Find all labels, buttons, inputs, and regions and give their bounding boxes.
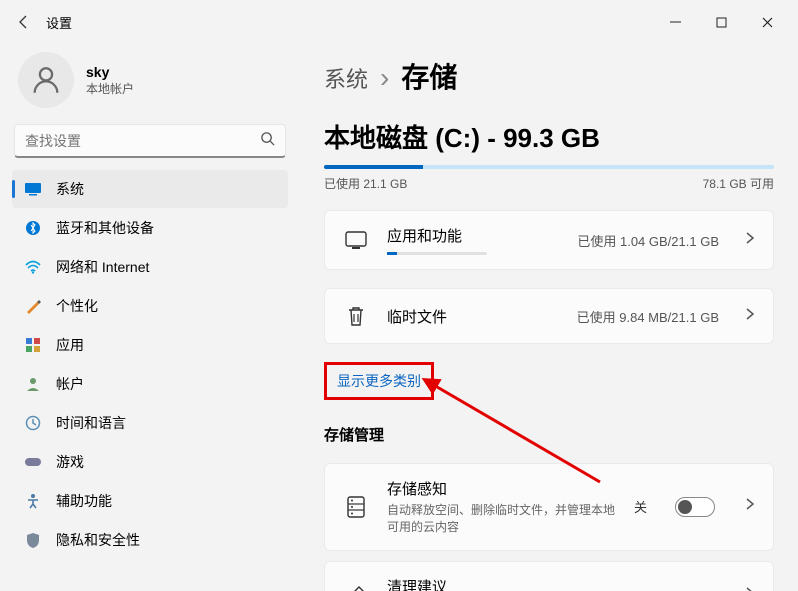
shield-icon (24, 531, 42, 549)
cleanup-title: 清理建议 (387, 576, 727, 591)
back-button[interactable] (8, 6, 40, 38)
usage-bar (324, 165, 774, 169)
sidebar-item-accessibility[interactable]: 辅助功能 (12, 482, 288, 520)
main-content: 系统 › 存储 本地磁盘 (C:) - 99.3 GB 已使用 21.1 GB … (300, 44, 798, 591)
free-label: 78.1 GB 可用 (703, 175, 774, 192)
apps-icon (24, 336, 42, 354)
sidebar-item-label: 系统 (56, 179, 84, 199)
storage-sense-desc: 自动释放空间、删除临时文件，并管理本地可用的云内容 (387, 502, 616, 536)
gamepad-icon (24, 453, 42, 471)
sidebar-item-label: 时间和语言 (56, 413, 126, 433)
trash-icon (343, 303, 369, 329)
window-title: 设置 (46, 13, 72, 32)
avatar (18, 52, 74, 108)
sidebar-item-system[interactable]: 系统 (12, 170, 288, 208)
storage-management-title: 存储管理 (324, 424, 774, 445)
apps-category-icon (343, 227, 369, 253)
user-name: sky (86, 64, 134, 80)
user-sub: 本地帐户 (86, 80, 134, 97)
chevron-right-icon (745, 497, 755, 516)
profile[interactable]: sky 本地帐户 (8, 44, 292, 124)
breadcrumb: 系统 › 存储 (324, 56, 774, 96)
search-icon (260, 131, 275, 151)
sidebar-item-label: 应用 (56, 335, 84, 355)
drive-icon (343, 494, 369, 520)
sidebar-item-personalization[interactable]: 个性化 (12, 287, 288, 325)
sidebar-item-accounts[interactable]: 帐户 (12, 365, 288, 403)
bluetooth-icon (24, 219, 42, 237)
person-icon (24, 375, 42, 393)
sidebar-item-bluetooth[interactable]: 蓝牙和其他设备 (12, 209, 288, 247)
category-stat: 已使用 1.04 GB/21.1 GB (577, 231, 719, 250)
breadcrumb-sep: › (380, 62, 389, 94)
disk-title: 本地磁盘 (C:) - 99.3 GB (324, 118, 774, 155)
sidebar-item-time-language[interactable]: 时间和语言 (12, 404, 288, 442)
wifi-icon (24, 258, 42, 276)
category-title: 临时文件 (387, 306, 559, 327)
breadcrumb-parent[interactable]: 系统 (324, 62, 368, 94)
search-input-wrapper[interactable] (14, 124, 286, 158)
sidebar-item-gaming[interactable]: 游戏 (12, 443, 288, 481)
sidebar: sky 本地帐户 系统 蓝牙和其他设备 网络和 Internet (0, 44, 300, 591)
category-temp[interactable]: 临时文件 已使用 9.84 MB/21.1 GB (324, 288, 774, 344)
clock-icon (24, 414, 42, 432)
accessibility-icon (24, 492, 42, 510)
category-apps[interactable]: 应用和功能 已使用 1.04 GB/21.1 GB (324, 210, 774, 270)
sidebar-item-label: 帐户 (56, 374, 84, 394)
sidebar-item-label: 游戏 (56, 452, 84, 472)
chevron-right-icon (745, 586, 755, 591)
toggle-state: 关 (634, 497, 647, 516)
chevron-right-icon (745, 307, 755, 326)
cleanup-card[interactable]: 清理建议 正在查找要清理的项目 (324, 561, 774, 591)
category-stat: 已使用 9.84 MB/21.1 GB (577, 307, 719, 326)
sidebar-item-apps[interactable]: 应用 (12, 326, 288, 364)
storage-sense-toggle[interactable] (675, 497, 715, 517)
sidebar-item-privacy[interactable]: 隐私和安全性 (12, 521, 288, 559)
sidebar-item-label: 辅助功能 (56, 491, 112, 511)
used-label: 已使用 21.1 GB (324, 175, 407, 192)
broom-icon (343, 583, 369, 591)
storage-sense-card[interactable]: 存储感知 自动释放空间、删除临时文件，并管理本地可用的云内容 关 (324, 463, 774, 551)
close-button[interactable] (744, 6, 790, 38)
sidebar-item-label: 蓝牙和其他设备 (56, 218, 154, 238)
brush-icon (24, 297, 42, 315)
minimize-button[interactable] (652, 6, 698, 38)
storage-sense-title: 存储感知 (387, 478, 616, 499)
sidebar-item-label: 个性化 (56, 296, 98, 316)
sidebar-item-label: 隐私和安全性 (56, 530, 140, 550)
maximize-button[interactable] (698, 6, 744, 38)
chevron-right-icon (745, 231, 755, 250)
show-more-categories-link[interactable]: 显示更多类别 (324, 362, 434, 400)
breadcrumb-current: 存储 (401, 56, 457, 96)
system-icon (24, 180, 42, 198)
category-title: 应用和功能 (387, 225, 559, 246)
sidebar-item-network[interactable]: 网络和 Internet (12, 248, 288, 286)
sidebar-item-label: 网络和 Internet (56, 257, 149, 277)
search-input[interactable] (25, 133, 260, 149)
